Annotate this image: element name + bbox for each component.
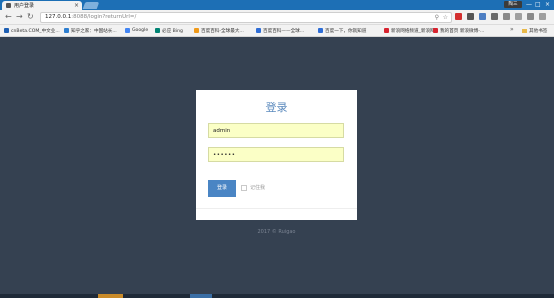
bookmark-item[interactable]: 百度一下，你就知道: [318, 26, 366, 35]
bookmark-favicon-icon: [318, 28, 323, 33]
bookmarks-more-icon[interactable]: »: [510, 26, 514, 33]
bookmarks-bar: cnBeta.COM_中文业... 知乎之家：中国站长... Google 必应 Bi…: [0, 25, 554, 37]
browser-toolbar: ← → ↻ 127.0.0.1:8088/login?returnUrl=/ ⚲…: [0, 10, 554, 25]
forward-icon[interactable]: →: [16, 11, 23, 23]
other-bookmarks-label: 其他书签: [529, 28, 548, 34]
minimize-button[interactable]: —: [526, 0, 532, 9]
bookmark-label: 百度百科——全球...: [263, 28, 305, 34]
taskbar-app[interactable]: [190, 294, 212, 298]
extension-icon[interactable]: [479, 13, 486, 20]
address-path: :8088/login?returnUrl=/: [71, 14, 137, 20]
address-bar[interactable]: 127.0.0.1:8088/login?returnUrl=/ ⚲ ☆: [40, 12, 452, 23]
os-taskbar: [0, 294, 554, 298]
remember-me[interactable]: 记住我: [241, 184, 265, 191]
bookmark-item[interactable]: 百度百科-全球最大...: [194, 26, 244, 35]
page-favicon-icon: [6, 3, 11, 8]
login-button[interactable]: 登录: [208, 180, 236, 197]
remember-label: 记住我: [250, 185, 266, 191]
bookmark-label: 百度百科-全球最大...: [201, 28, 244, 34]
key-icon[interactable]: ⚲: [435, 13, 439, 22]
address-host: 127.0.0.1: [45, 14, 72, 20]
bookmark-item[interactable]: 知乎之家：中国站长...: [64, 26, 117, 35]
taskbar-app[interactable]: [98, 294, 123, 298]
bookmark-label: 我的首页 新浪微博-...: [440, 28, 485, 34]
extension-icon[interactable]: [491, 13, 498, 20]
bookmark-favicon-icon: [125, 28, 130, 33]
extension-icon[interactable]: [467, 13, 474, 20]
bookmark-favicon-icon: [155, 28, 160, 33]
password-input[interactable]: [208, 147, 344, 162]
bookmark-label: 必应 Bing: [162, 28, 183, 34]
bookmark-item[interactable]: 百度百科——全球...: [256, 26, 304, 35]
browser-titlebar: 用户登录 × 陶三 — □ ×: [0, 0, 554, 10]
bookmark-favicon-icon: [64, 28, 69, 33]
extension-icon[interactable]: [539, 13, 546, 20]
bookmark-label: 新浪网络频道_新浪网: [391, 28, 435, 34]
tab-close-icon[interactable]: ×: [74, 2, 79, 9]
bookmark-item[interactable]: Google: [125, 26, 148, 35]
username-input[interactable]: [208, 123, 344, 138]
close-window-button[interactable]: ×: [545, 0, 550, 9]
bookmark-item[interactable]: 我的首页 新浪微博-...: [433, 26, 484, 35]
extension-icon[interactable]: [455, 13, 462, 20]
bookmark-item[interactable]: cnBeta.COM_中文业...: [4, 26, 60, 35]
browser-tab[interactable]: 用户登录 ×: [2, 1, 82, 10]
extension-icon[interactable]: [527, 13, 534, 20]
bookmark-item[interactable]: 必应 Bing: [155, 26, 183, 35]
star-icon[interactable]: ☆: [443, 13, 448, 22]
tab-title: 用户登录: [14, 3, 35, 9]
maximize-button[interactable]: □: [535, 0, 541, 9]
bookmark-label: 知乎之家：中国站长...: [71, 28, 117, 34]
bookmark-label: Google: [132, 28, 149, 33]
extension-icon[interactable]: [515, 13, 522, 20]
folder-icon: [522, 28, 527, 33]
bookmark-favicon-icon: [194, 28, 199, 33]
card-divider: [196, 208, 357, 209]
user-profile-badge[interactable]: 陶三: [504, 1, 522, 8]
extension-icon[interactable]: [503, 13, 510, 20]
bookmark-label: 百度一下，你就知道: [325, 28, 367, 34]
login-card: 登录 登录 记住我: [196, 90, 357, 220]
remember-checkbox[interactable]: [241, 184, 247, 191]
bookmark-favicon-icon: [433, 28, 438, 33]
other-bookmarks[interactable]: 其他书签: [522, 26, 547, 35]
bookmark-favicon-icon: [4, 28, 9, 33]
reload-icon[interactable]: ↻: [27, 11, 34, 23]
bookmark-label: cnBeta.COM_中文业...: [11, 28, 60, 34]
bookmark-item[interactable]: 新浪网络频道_新浪网: [384, 26, 435, 35]
copyright-text: 2017 © Ruigao: [257, 229, 296, 235]
bookmark-favicon-icon: [384, 28, 389, 33]
bookmark-favicon-icon: [256, 28, 261, 33]
login-title: 登录: [265, 101, 288, 114]
new-tab-button[interactable]: [82, 2, 100, 9]
back-icon[interactable]: ←: [5, 11, 12, 23]
